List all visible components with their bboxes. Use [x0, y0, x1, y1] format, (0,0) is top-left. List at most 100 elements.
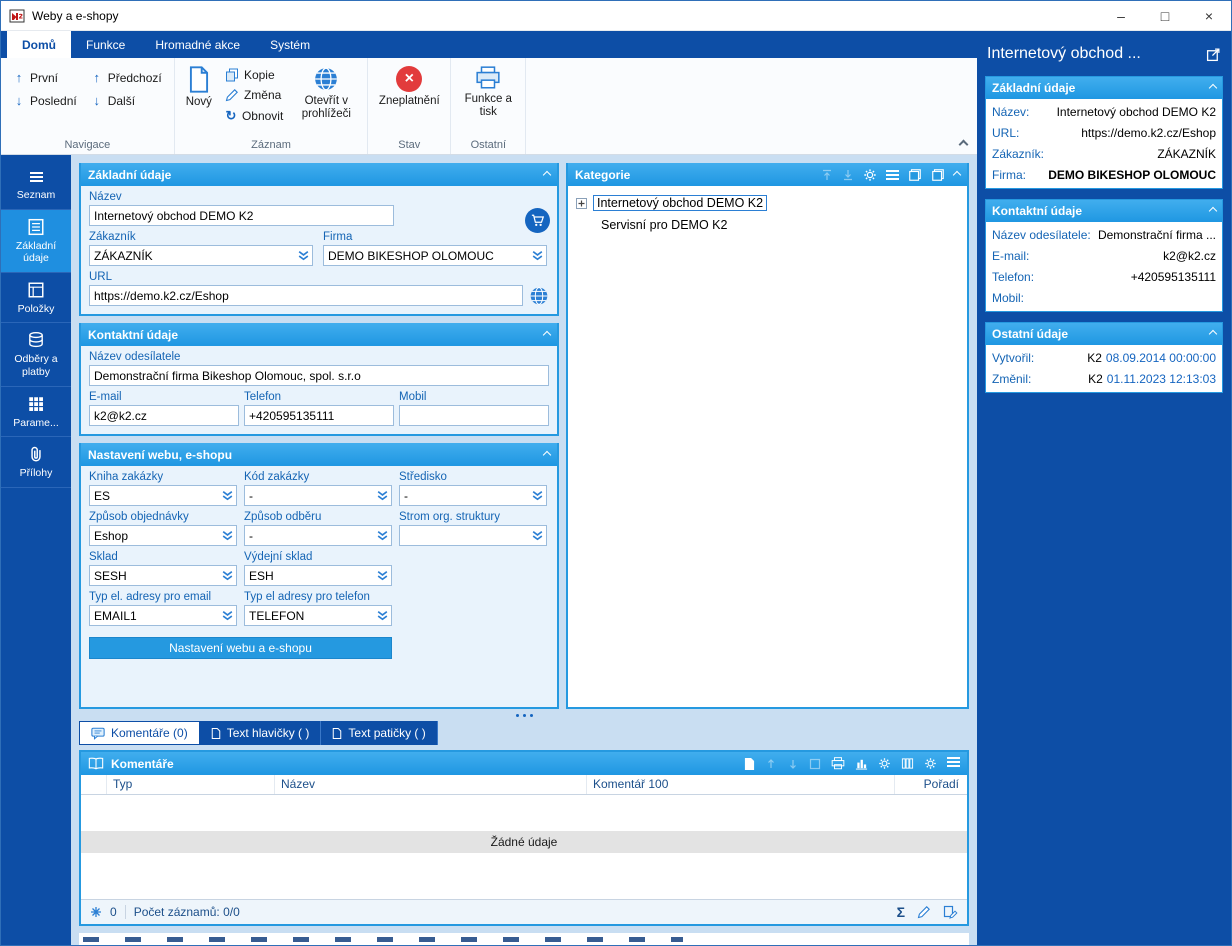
edit-records-icon[interactable]	[943, 905, 958, 919]
close-icon[interactable]: ×	[1187, 1, 1231, 30]
url-field[interactable]	[89, 285, 523, 306]
tile-windows-icon[interactable]	[931, 168, 945, 182]
pickup-method-field[interactable]	[244, 525, 392, 546]
eshop-cart-button[interactable]	[525, 208, 550, 233]
sidebar-item-odbery-a-platby[interactable]: Odběry a platby	[1, 323, 71, 387]
move-up-icon[interactable]	[765, 758, 777, 770]
collapse-icon[interactable]	[542, 330, 552, 339]
last-button[interactable]: ↓ Poslední	[9, 92, 81, 109]
tree-node[interactable]: Internetový obchod DEMO K2	[576, 193, 959, 213]
order-code-field[interactable]	[244, 485, 392, 506]
lookup-icon[interactable]	[376, 569, 389, 582]
collapse-icon[interactable]	[542, 450, 552, 459]
lookup-icon[interactable]	[376, 529, 389, 542]
lookup-icon[interactable]	[297, 249, 310, 262]
phone-field[interactable]	[244, 405, 394, 426]
lookup-icon[interactable]	[221, 569, 234, 582]
invalidate-button[interactable]: × Zneplatnění	[376, 61, 442, 108]
lookup-icon[interactable]	[221, 489, 234, 502]
previous-button[interactable]: ↑ Předchozí	[87, 69, 166, 86]
collapse-icon[interactable]	[952, 170, 962, 179]
edit-pencil-icon[interactable]	[917, 905, 931, 919]
move-down-icon[interactable]	[787, 758, 799, 770]
org-tree-field[interactable]	[399, 525, 547, 546]
lookup-icon[interactable]	[376, 489, 389, 502]
new-record-icon[interactable]	[744, 757, 755, 771]
preview-row: Firma: DEMO BIKESHOP OLOMOUC	[992, 164, 1216, 185]
columns-icon[interactable]	[901, 757, 914, 770]
open-in-window-icon[interactable]	[1206, 47, 1221, 62]
sidebar-item-prilohy[interactable]: Přílohy	[1, 437, 71, 488]
lookup-icon[interactable]	[531, 529, 544, 542]
order-method-field[interactable]	[89, 525, 237, 546]
lookup-icon[interactable]	[376, 609, 389, 622]
dispatch-warehouse-field[interactable]	[244, 565, 392, 586]
sidebar-item-polozky[interactable]: Položky	[1, 273, 71, 324]
menu-icon[interactable]	[947, 754, 960, 773]
move-up-icon[interactable]	[821, 169, 833, 181]
next-button[interactable]: ↓ Další	[87, 92, 166, 109]
customer-field[interactable]	[89, 245, 313, 266]
collapse-icon[interactable]	[1208, 206, 1218, 216]
edit-button[interactable]: Změna	[221, 87, 287, 103]
web-settings-button[interactable]: Nastavení webu a e-shopu	[89, 637, 392, 659]
collapse-icon[interactable]	[1208, 329, 1218, 339]
tab-komentare[interactable]: Komentáře (0)	[79, 721, 200, 745]
cost-centre-field[interactable]	[399, 485, 547, 506]
refresh-button[interactable]: ↻ Obnovit	[221, 107, 287, 125]
open-url-globe-icon[interactable]	[529, 286, 549, 306]
sum-icon[interactable]: Σ	[897, 904, 905, 920]
gear-icon[interactable]	[924, 757, 937, 770]
print-icon[interactable]	[831, 757, 845, 770]
tab-text-paticky[interactable]: Text patičky ( )	[321, 721, 438, 745]
field-label: Strom org. struktury	[399, 511, 500, 523]
tree-node-label[interactable]: Servisní pro DEMO K2	[598, 218, 730, 232]
tree-node-label[interactable]: Internetový obchod DEMO K2	[593, 195, 768, 211]
collapse-icon[interactable]	[1208, 83, 1218, 93]
tree-node[interactable]: Servisní pro DEMO K2	[598, 215, 959, 235]
collapse-icon[interactable]	[542, 170, 552, 179]
email-address-type-field[interactable]	[89, 605, 237, 626]
column-header-poradi[interactable]: Pořadí	[895, 775, 967, 794]
lookup-icon[interactable]	[221, 529, 234, 542]
name-field[interactable]	[89, 205, 394, 226]
email-field[interactable]	[89, 405, 239, 426]
tab-funkce[interactable]: Funkce	[71, 31, 140, 58]
column-header-typ[interactable]: Typ	[107, 775, 275, 794]
tab-text-hlavicky[interactable]: Text hlavičky ( )	[199, 721, 322, 745]
first-button[interactable]: ↑ První	[9, 69, 81, 86]
order-book-field[interactable]	[89, 485, 237, 506]
company-field[interactable]	[323, 245, 547, 266]
lookup-icon[interactable]	[531, 489, 544, 502]
column-header-komentar[interactable]: Komentář 100	[587, 775, 895, 794]
column-header-nazev[interactable]: Název	[275, 775, 587, 794]
horizontal-splitter[interactable]	[79, 709, 969, 721]
tools-icon[interactable]	[878, 757, 891, 770]
phone-address-type-field[interactable]	[244, 605, 392, 626]
open-in-browser-button[interactable]: Otevřít v prohlížeči	[293, 61, 359, 121]
sender-name-field[interactable]	[89, 365, 549, 386]
lookup-icon[interactable]	[221, 609, 234, 622]
expand-icon[interactable]	[576, 197, 587, 209]
tab-hromadne-akce[interactable]: Hromadné akce	[140, 31, 255, 58]
sidebar-item-seznam[interactable]: Seznam	[1, 161, 71, 210]
maximize-icon[interactable]: □	[1143, 1, 1187, 30]
move-down-icon[interactable]	[842, 169, 854, 181]
warehouse-field[interactable]	[89, 565, 237, 586]
tab-system[interactable]: Systém	[255, 31, 325, 58]
copy-button[interactable]: Kopie	[221, 67, 287, 83]
tab-domu[interactable]: Domů	[7, 31, 71, 58]
gear-icon[interactable]	[863, 168, 877, 182]
lookup-icon[interactable]	[531, 249, 544, 262]
functions-print-button[interactable]: Funkce a tisk	[459, 61, 517, 119]
new-button[interactable]: Nový	[183, 61, 215, 109]
ribbon-collapse-icon[interactable]	[958, 139, 969, 150]
chart-icon[interactable]	[855, 757, 868, 770]
sidebar-item-parametry[interactable]: Parame...	[1, 387, 71, 438]
menu-icon[interactable]	[886, 167, 899, 183]
sidebar-item-zakladni-udaje[interactable]: Základní údaje	[1, 209, 71, 273]
minimize-icon[interactable]: –	[1099, 1, 1143, 30]
cascade-windows-icon[interactable]	[908, 168, 922, 182]
link-icon[interactable]	[809, 758, 821, 770]
mobile-field[interactable]	[399, 405, 549, 426]
